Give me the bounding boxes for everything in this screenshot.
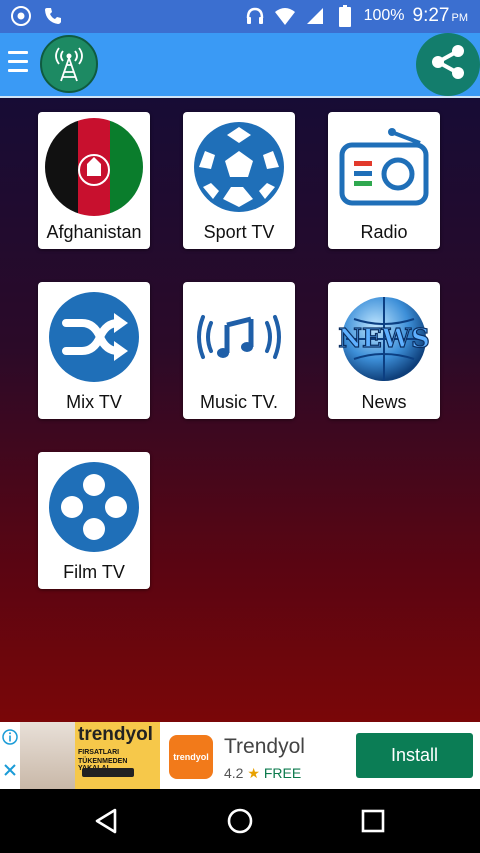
tile-label: Sport TV [203, 222, 275, 242]
tile-label: Film TV [63, 562, 125, 582]
status-bar: 100% 9:27 PM [0, 0, 480, 33]
star-icon: ★ [247, 765, 260, 781]
tile-music-tv[interactable]: Music TV. [183, 282, 295, 419]
store-badges [82, 768, 134, 777]
ad-image[interactable]: trendyol FIRSATLARI TÜKENMEDEN YAKALA! [20, 722, 160, 789]
clock-ampm: PM [451, 12, 469, 24]
radio-tower-icon [40, 35, 98, 93]
app-bar [0, 33, 480, 98]
hamburger-menu-icon[interactable] [8, 51, 28, 73]
radio-icon [335, 118, 433, 216]
ad-controls [0, 722, 20, 789]
home-icon[interactable] [224, 805, 256, 837]
wifi-icon [274, 5, 296, 27]
ad-app-icon[interactable]: trendyol [169, 735, 213, 779]
ad-banner[interactable]: trendyol FIRSATLARI TÜKENMEDEN YAKALA! t… [0, 722, 480, 789]
film-reel-icon [45, 458, 143, 556]
tile-news[interactable]: NEWS News [328, 282, 440, 419]
tile-label: Music TV. [199, 392, 279, 412]
svg-text:NEWS: NEWS [338, 324, 430, 354]
headphones-icon [244, 5, 266, 27]
close-icon[interactable] [3, 763, 17, 782]
recents-icon[interactable] [357, 805, 389, 837]
tile-label: Mix TV [66, 392, 122, 412]
battery-percent: 100% [363, 7, 405, 24]
chrome-icon [10, 5, 32, 27]
ad-app-icon-text: trendyol [173, 752, 209, 762]
tile-mix-tv[interactable]: Mix TV [38, 282, 150, 419]
soccer-ball-icon [190, 118, 288, 216]
install-button[interactable]: Install [356, 733, 473, 778]
tile-label: Afghanistan [46, 222, 142, 242]
tile-film-tv[interactable]: Film TV [38, 452, 150, 589]
phone-icon [42, 5, 64, 27]
shuffle-icon [45, 288, 143, 386]
tile-label: Radio [360, 222, 408, 242]
info-icon[interactable] [2, 729, 18, 750]
price-label: FREE [263, 765, 302, 781]
afghanistan-flag-icon [45, 118, 143, 216]
share-button[interactable] [416, 33, 480, 96]
ad-rating: 4.2 ★ FREE [224, 765, 301, 782]
back-icon[interactable] [90, 805, 122, 837]
tile-sport-tv[interactable]: Sport TV [183, 112, 295, 249]
ad-person-image [20, 722, 75, 789]
system-nav-bar [0, 789, 480, 853]
signal-icon [304, 5, 326, 27]
battery-icon [334, 5, 356, 27]
clock: 9:27 PM [413, 5, 468, 27]
ad-app-name: Trendyol [224, 735, 305, 758]
rating-value: 4.2 [224, 765, 244, 781]
music-note-broadcast-icon [190, 288, 288, 386]
ad-banner-brand: trendyol [78, 724, 153, 745]
ad-banner-line1: FIRSATLARI [78, 749, 120, 756]
clock-time: 9:27 [412, 5, 450, 26]
tile-label: News [361, 392, 407, 412]
tile-afghanistan[interactable]: Afghanistan [38, 112, 150, 249]
channel-grid: Afghanistan Sport TV Radio Mix TV Music … [0, 98, 480, 722]
tile-radio[interactable]: Radio [328, 112, 440, 249]
news-globe-icon: NEWS [335, 288, 433, 386]
share-icon [429, 43, 467, 86]
